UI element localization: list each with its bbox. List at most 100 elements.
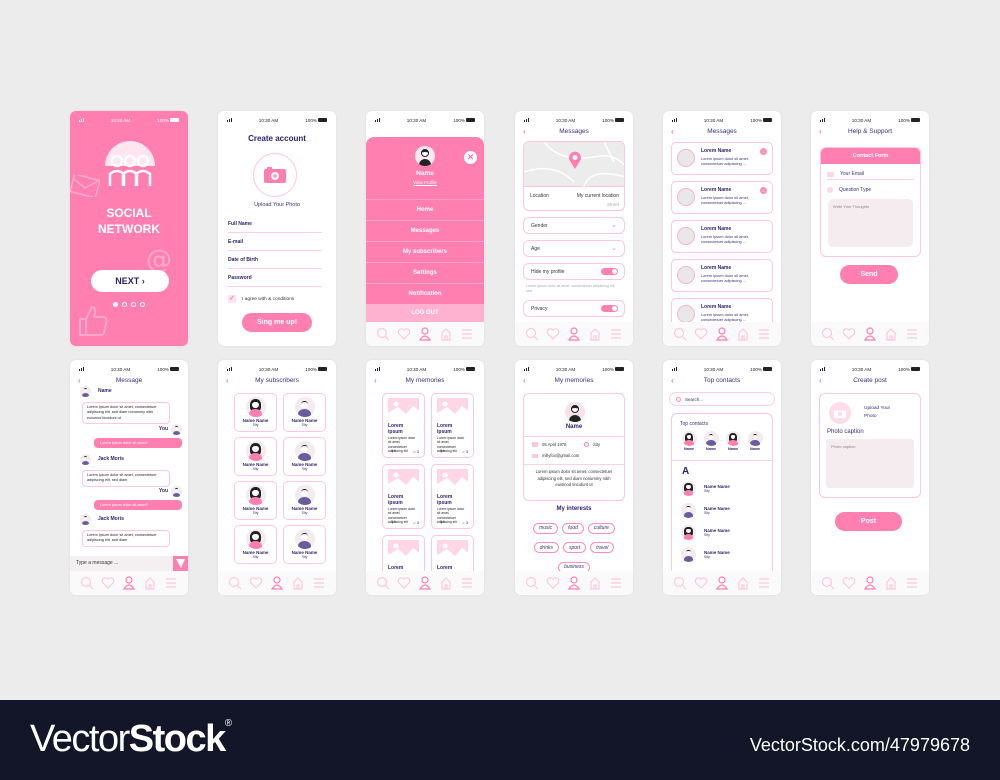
home-icon[interactable]: [884, 576, 898, 590]
profile-icon[interactable]: [567, 576, 581, 590]
home-icon[interactable]: [439, 576, 453, 590]
search-icon[interactable]: [525, 576, 539, 590]
heart-icon[interactable]: [249, 576, 263, 590]
memory-card[interactable]: Lorem ipsum Lorem ipsum dolor sit amet, c…: [431, 393, 474, 458]
heart-icon[interactable]: [694, 576, 708, 590]
interest-tag[interactable]: culture: [587, 522, 615, 534]
agree-checkbox[interactable]: ✓ I agree with & conditions: [228, 295, 294, 303]
menu-icon[interactable]: [312, 576, 326, 590]
interest-tag[interactable]: food: [562, 522, 584, 534]
menu-icon[interactable]: [460, 576, 474, 590]
comments-count[interactable]: ▰ 3: [462, 449, 468, 454]
search-icon[interactable]: [228, 576, 242, 590]
interest-tag[interactable]: sport: [562, 542, 587, 553]
menu-icon[interactable]: [757, 327, 771, 341]
back-icon[interactable]: ‹: [226, 376, 229, 385]
conversation-item[interactable]: Lorem Name Lorem ipsum dolor sit amet, co…: [671, 220, 773, 253]
memory-card[interactable]: Lorem ipsum Lorem ipsum dolor sit amet, c…: [431, 464, 474, 529]
home-icon[interactable]: [884, 327, 898, 341]
heart-icon[interactable]: [842, 327, 856, 341]
menu-icon[interactable]: [905, 327, 919, 341]
top-contact[interactable]: Name: [703, 431, 719, 451]
message-input[interactable]: Type a message ...: [70, 556, 188, 571]
subscriber-card[interactable]: Name Name Sity: [234, 481, 277, 520]
heart-icon[interactable]: [694, 327, 708, 341]
menu-item-notification[interactable]: Notification: [366, 283, 484, 304]
top-contact[interactable]: Name: [725, 431, 741, 451]
question-type-field[interactable]: Question Type: [827, 184, 914, 195]
heart-icon[interactable]: [842, 576, 856, 590]
menu-icon[interactable]: [460, 327, 474, 341]
logout-button[interactable]: LOG OUT: [366, 304, 484, 323]
close-menu-button[interactable]: ✕: [464, 151, 477, 164]
subscriber-card[interactable]: Name Name Sity: [283, 525, 326, 564]
map-view[interactable]: [524, 142, 624, 187]
memory-card[interactable]: Lorem ipsum Lorem ipsum dolor sit amet, c…: [382, 464, 425, 529]
back-icon[interactable]: ‹: [523, 376, 526, 385]
next-button[interactable]: NEXT ›: [91, 270, 169, 292]
full-name-field[interactable]: Full Name: [228, 221, 322, 233]
contact-row[interactable]: Name Name Sity: [681, 503, 766, 518]
gender-select[interactable]: Gender ⌄: [523, 217, 625, 234]
menu-icon[interactable]: [164, 576, 178, 590]
heart-icon[interactable]: [397, 327, 411, 341]
view-profile-link[interactable]: View Profile: [366, 180, 484, 185]
back-icon[interactable]: ‹: [671, 127, 674, 136]
menu-item-subscribers[interactable]: My subscribers: [366, 241, 484, 262]
page-dot[interactable]: [131, 302, 136, 307]
menu-item-home[interactable]: Home: [366, 199, 484, 220]
home-icon[interactable]: [588, 327, 602, 341]
send-message-button[interactable]: [173, 556, 188, 571]
comments-count[interactable]: ▰ 3: [462, 520, 468, 525]
subscriber-card[interactable]: Name Name Sity: [234, 437, 277, 476]
search-icon[interactable]: [821, 327, 835, 341]
likes-count[interactable]: ♥ 14: [388, 520, 396, 525]
profile-icon[interactable]: [418, 327, 432, 341]
profile-icon[interactable]: [418, 576, 432, 590]
profile-icon[interactable]: [715, 327, 729, 341]
date-of-birth-field[interactable]: Date of Birth: [228, 257, 322, 269]
conversation-item[interactable]: Lorem Name Lorem ipsum dolor sit amet, co…: [671, 142, 773, 175]
email-field[interactable]: Your Email: [827, 169, 914, 180]
conversation-item[interactable]: Lorem Name Lorem ipsum dolor sit amet, co…: [671, 181, 773, 214]
heart-icon[interactable]: [101, 576, 115, 590]
search-icon[interactable]: [376, 576, 390, 590]
interest-tag[interactable]: drinks: [533, 542, 559, 553]
back-icon[interactable]: ‹: [819, 127, 822, 136]
upload-photo-button[interactable]: [829, 402, 851, 424]
profile-icon[interactable]: [270, 576, 284, 590]
menu-icon[interactable]: [905, 576, 919, 590]
menu-icon[interactable]: [609, 576, 623, 590]
back-icon[interactable]: ‹: [819, 376, 822, 385]
heart-icon[interactable]: [546, 576, 560, 590]
profile-icon[interactable]: [715, 576, 729, 590]
profile-icon[interactable]: [122, 576, 136, 590]
upload-photo-button[interactable]: [253, 153, 297, 197]
menu-icon[interactable]: [757, 576, 771, 590]
subscriber-card[interactable]: Name Name Sity: [234, 525, 277, 564]
password-field[interactable]: Password: [228, 275, 322, 287]
sign-up-button[interactable]: Sing me up!: [242, 313, 312, 332]
profile-icon[interactable]: [567, 327, 581, 341]
back-icon[interactable]: ‹: [671, 376, 674, 385]
email-field[interactable]: E-mail: [228, 239, 322, 251]
thoughts-textarea[interactable]: Write Your Thoughts: [828, 199, 913, 247]
contact-row[interactable]: Name Name Sity: [681, 547, 766, 562]
page-dot[interactable]: [140, 302, 145, 307]
profile-icon[interactable]: [863, 576, 877, 590]
search-icon[interactable]: [673, 327, 687, 341]
conversation-item[interactable]: Lorem Name Lorem ipsum dolor sit amet, co…: [671, 259, 773, 292]
back-icon[interactable]: ‹: [78, 376, 81, 385]
home-icon[interactable]: [143, 576, 157, 590]
memory-card[interactable]: Lorem ipsum Lorem ipsum dolor sit amet, c…: [382, 393, 425, 458]
profile-icon[interactable]: [863, 327, 877, 341]
menu-item-settings[interactable]: Settings: [366, 262, 484, 283]
top-contact[interactable]: Name: [747, 431, 763, 451]
menu-item-messages[interactable]: Messages: [366, 220, 484, 241]
contact-row[interactable]: Name Name Sity: [681, 481, 766, 496]
age-select[interactable]: Age ⌄: [523, 240, 625, 257]
privacy-toggle[interactable]: [601, 305, 618, 312]
likes-count[interactable]: ♥ 14: [437, 520, 445, 525]
send-button[interactable]: Send: [840, 265, 898, 284]
comments-count[interactable]: ▰ 3: [413, 449, 419, 454]
